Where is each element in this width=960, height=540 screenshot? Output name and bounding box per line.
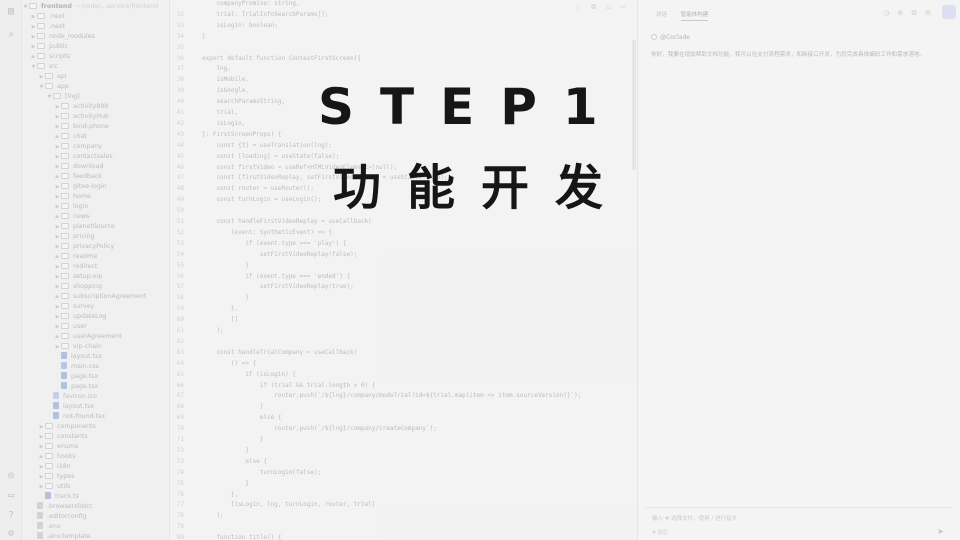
step-subtitle: 功能开发: [333, 160, 630, 216]
step-title: STEP1: [318, 78, 624, 136]
